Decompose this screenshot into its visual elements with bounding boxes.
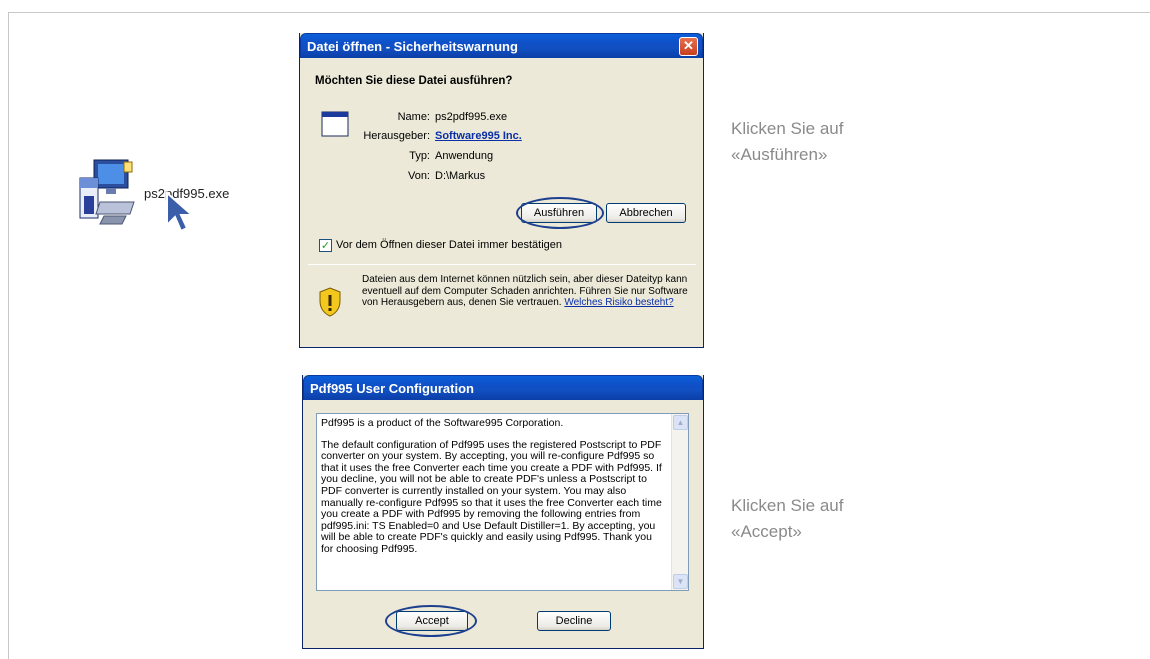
scroll-down-arrow-icon[interactable]: ▼ bbox=[673, 574, 688, 589]
name-label: Name: bbox=[397, 111, 430, 123]
caption-accept: Klicken Sie auf «Accept» bbox=[731, 493, 843, 545]
security-dialog-title: Datei öffnen - Sicherheitswarnung bbox=[307, 39, 518, 54]
caption-accept-line1: Klicken Sie auf bbox=[731, 496, 844, 515]
config-dialog-titlebar[interactable]: Pdf995 User Configuration bbox=[303, 375, 703, 400]
name-value: ps2pdf995.exe bbox=[435, 111, 508, 123]
warning-text: Dateien aus dem Internet können nützlich… bbox=[362, 274, 692, 309]
close-icon[interactable]: ✕ bbox=[679, 37, 698, 56]
source-label: Von: bbox=[407, 170, 430, 182]
caption-run-line2: «Ausführen» bbox=[731, 145, 828, 164]
type-label: Typ: bbox=[409, 150, 430, 162]
frame-top-border bbox=[8, 12, 1150, 13]
publisher-link[interactable]: Software995 Inc. bbox=[435, 130, 522, 142]
publisher-label: Herausgeber: bbox=[363, 130, 430, 142]
caption-run: Klicken Sie auf «Ausführen» bbox=[731, 116, 843, 168]
license-paragraph-2: The default configuration of Pdf995 uses… bbox=[321, 438, 662, 555]
frame-left-border bbox=[8, 12, 9, 659]
license-paragraph-1: Pdf995 is a product of the Software995 C… bbox=[321, 417, 564, 429]
confirm-checkbox[interactable]: ✓ bbox=[319, 239, 332, 252]
scroll-up-arrow-icon[interactable]: ▲ bbox=[673, 415, 688, 430]
config-dialog-title: Pdf995 User Configuration bbox=[310, 381, 474, 396]
run-button-highlight-ring bbox=[516, 197, 604, 229]
source-value: D:\Markus bbox=[435, 170, 486, 182]
dialog-separator bbox=[308, 264, 696, 265]
pdf995-config-dialog: Pdf995 User Configuration Pdf995 is a pr… bbox=[302, 375, 704, 649]
cancel-button[interactable]: Abbrechen bbox=[606, 203, 686, 223]
installer-icon[interactable] bbox=[76, 156, 138, 228]
accept-button-highlight-ring bbox=[385, 605, 477, 637]
mouse-pointer-icon bbox=[166, 191, 195, 233]
confirm-checkbox-label[interactable]: Vor dem Öffnen dieser Datei immer bestät… bbox=[336, 239, 562, 251]
type-value: Anwendung bbox=[435, 150, 494, 162]
caption-run-line1: Klicken Sie auf bbox=[731, 119, 844, 138]
shield-warning-icon bbox=[319, 287, 341, 317]
decline-button[interactable]: Decline bbox=[537, 611, 611, 631]
security-dialog-titlebar[interactable]: Datei öffnen - Sicherheitswarnung ✕ bbox=[300, 33, 703, 58]
risk-link[interactable]: Welches Risiko besteht? bbox=[564, 297, 673, 308]
license-scrollbar[interactable]: ▲ ▼ bbox=[671, 414, 688, 590]
security-warning-dialog: Datei öffnen - Sicherheitswarnung ✕ Möch… bbox=[299, 33, 704, 348]
license-textbox[interactable]: Pdf995 is a product of the Software995 C… bbox=[316, 413, 689, 591]
caption-accept-line2: «Accept» bbox=[731, 522, 802, 541]
run-question: Möchten Sie diese Datei ausführen? bbox=[315, 75, 513, 87]
